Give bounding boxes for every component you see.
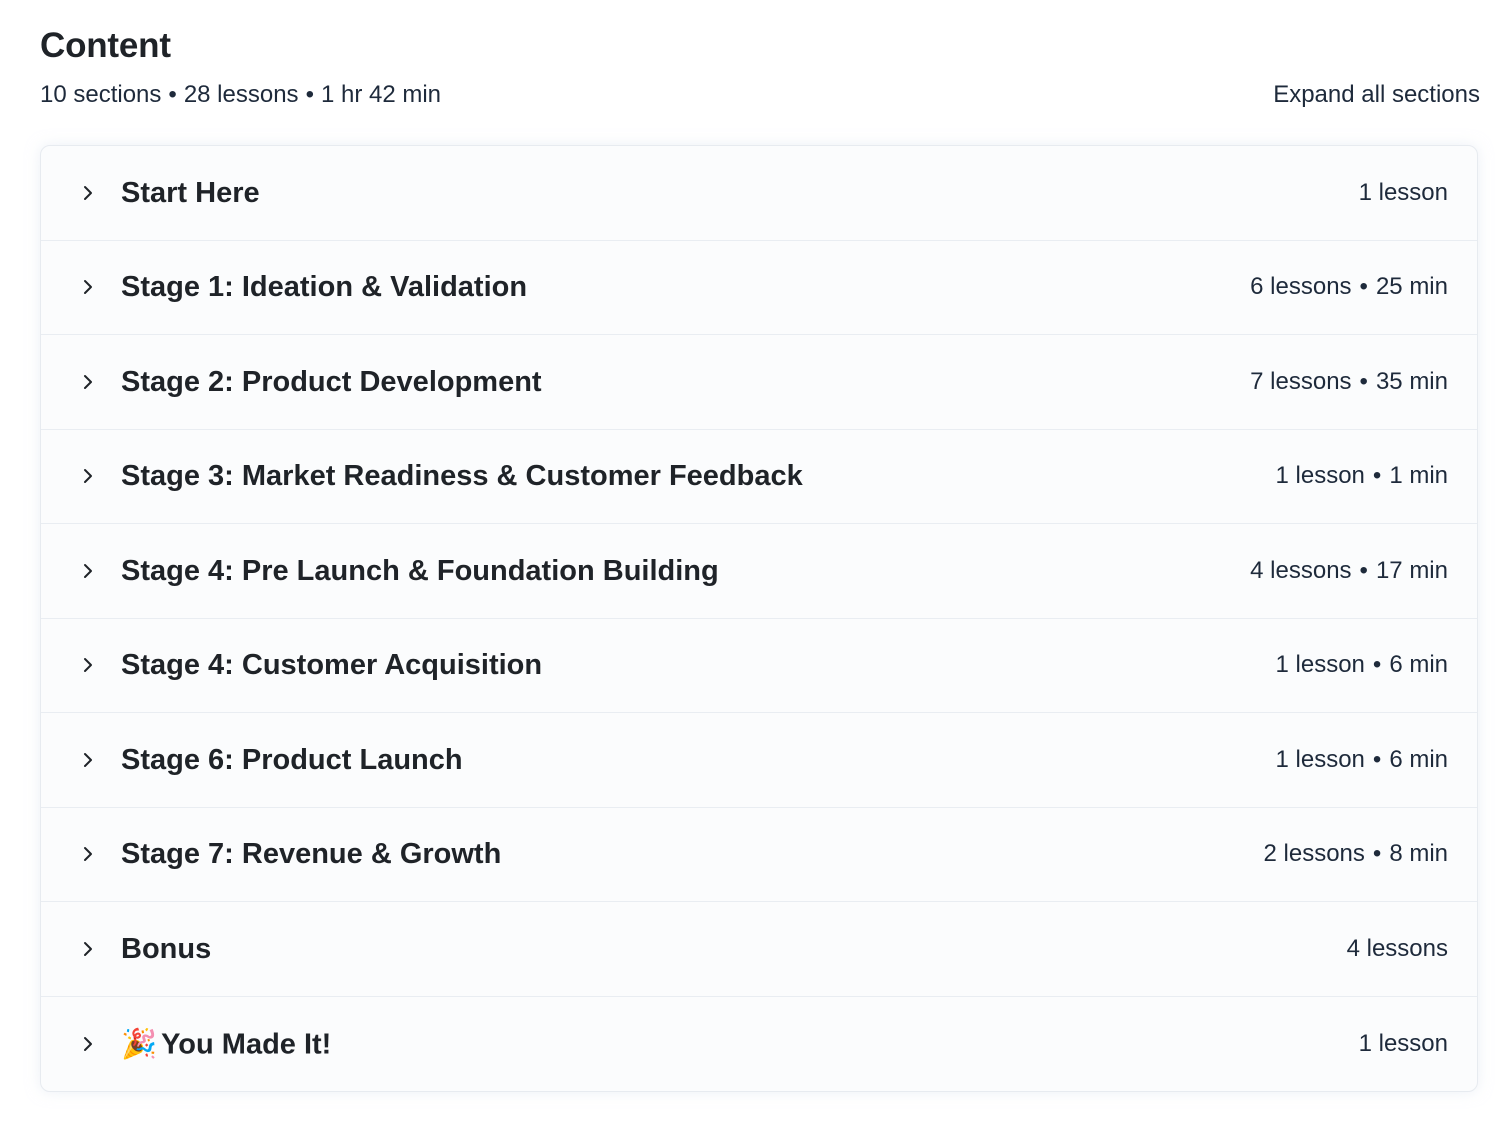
section-duration: 6 min [1389,745,1448,773]
party-popper-icon: 🎉 [121,1026,158,1061]
section-lesson-count: 4 lessons [1346,934,1448,962]
section-title: Bonus [121,931,211,967]
meta-separator: • [1359,273,1368,301]
chevron-right-icon [79,1035,97,1053]
section-title: Stage 7: Revenue & Growth [121,836,501,872]
section-title: Stage 4: Pre Launch & Foundation Buildin… [121,553,719,589]
section-title-text: You Made It! [161,1028,332,1061]
course-content-page: Content 10 sections • 28 lessons • 1 hr 42 m… [0,0,1512,1136]
section-lesson-count: 7 lessons [1250,367,1352,395]
section-row[interactable]: 🎉 You Made It! 1 lesson [41,997,1477,1092]
section-title: Stage 3: Market Readiness & Customer Fee… [121,458,803,494]
summary-separator: • [305,81,314,108]
section-lesson-count: 6 lessons [1250,273,1352,301]
section-title-text: Bonus [121,932,212,965]
section-meta: 1 lesson [1359,1028,1448,1060]
chevron-right-icon [79,940,97,958]
expand-all-sections-button[interactable]: Expand all sections [1273,78,1480,112]
section-title-text: Stage 4: Pre Launch & Foundation Buildin… [121,554,719,587]
section-row[interactable]: Bonus 4 lessons [41,902,1477,997]
section-title-text: Stage 1: Ideation & Validation [121,271,528,304]
section-title-text: Stage 4: Customer Acquisition [121,649,543,682]
section-title-text: Stage 2: Product Development [121,365,542,398]
summary-separator: • [168,81,177,108]
chevron-right-icon [79,278,97,296]
chevron-right-icon [79,467,97,485]
section-meta: 7 lessons • 35 min [1250,366,1448,398]
section-row[interactable]: Stage 1: Ideation & Validation 6 lessons •… [41,241,1477,335]
section-title-text: Start Here [121,176,260,209]
sections-accordion: Start Here 1 lesson Stage 1: Ideation & Va… [40,145,1478,1092]
course-summary: 10 sections • 28 lessons • 1 hr 42 min [40,78,441,112]
section-duration: 1 min [1389,462,1448,490]
section-title: Stage 6: Product Launch [121,742,463,778]
section-row[interactable]: Stage 3: Market Readiness & Customer Fee… [41,430,1477,524]
section-title: Stage 4: Customer Acquisition [121,647,542,683]
section-row[interactable]: Stage 4: Pre Launch & Foundation Buildin… [41,524,1477,619]
section-title: 🎉 You Made It! [121,1025,331,1062]
meta-separator: • [1372,840,1382,868]
chevron-right-icon [79,751,97,769]
section-title: Stage 2: Product Development [121,364,542,400]
section-title: Start Here [121,175,260,211]
meta-separator: • [1359,367,1368,395]
content-header: Content 10 sections • 28 lessons • 1 hr 42 m… [40,0,1480,145]
section-meta: 4 lessons • 17 min [1250,555,1448,587]
section-meta: 1 lesson [1359,177,1448,209]
section-row[interactable]: Stage 2: Product Development 7 lessons • 35… [41,335,1477,430]
section-title-text: Stage 6: Product Launch [121,743,463,776]
section-duration: 6 min [1389,651,1448,679]
meta-separator: • [1372,745,1382,773]
section-row[interactable]: Start Here 1 lesson [41,146,1477,241]
section-row[interactable]: Stage 4: Customer Acquisition 1 lesson • 6 … [41,619,1477,713]
section-meta: 2 lessons • 8 min [1264,838,1448,870]
section-lesson-count: 1 lesson [1275,745,1365,773]
section-meta: 6 lessons • 25 min [1250,271,1448,303]
section-duration: 8 min [1389,840,1448,868]
total-duration: 1 hr 42 min [320,81,442,108]
page-title: Content [40,26,171,65]
section-title-text: Stage 7: Revenue & Growth [121,838,502,871]
chevron-right-icon [79,562,97,580]
section-count: 10 sections [40,81,162,108]
section-lesson-count: 1 lesson [1275,462,1365,490]
section-lesson-count: 1 lesson [1358,178,1448,206]
section-duration: 35 min [1375,367,1448,395]
section-meta: 1 lesson • 6 min [1276,744,1448,776]
section-row[interactable]: Stage 7: Revenue & Growth 2 lessons • 8 min [41,808,1477,902]
chevron-right-icon [79,373,97,391]
section-meta: 4 lessons [1347,933,1448,965]
section-title: Stage 1: Ideation & Validation [121,269,527,305]
lesson-count: 28 lessons [183,81,299,108]
section-lesson-count: 1 lesson [1275,651,1365,679]
section-lesson-count: 1 lesson [1358,1029,1448,1057]
section-duration: 25 min [1375,273,1448,301]
section-lesson-count: 4 lessons [1250,556,1352,584]
section-meta: 1 lesson • 6 min [1276,649,1448,681]
chevron-right-icon [79,184,97,202]
chevron-right-icon [79,845,97,863]
meta-separator: • [1372,462,1382,490]
section-meta: 1 lesson • 1 min [1276,460,1448,492]
meta-separator: • [1372,651,1382,679]
chevron-right-icon [79,656,97,674]
meta-separator: • [1359,556,1368,584]
section-title-text: Stage 3: Market Readiness & Customer Fee… [121,460,803,493]
section-row[interactable]: Stage 6: Product Launch 1 lesson • 6 min [41,713,1477,808]
section-lesson-count: 2 lessons [1263,840,1365,868]
section-duration: 17 min [1375,556,1448,584]
